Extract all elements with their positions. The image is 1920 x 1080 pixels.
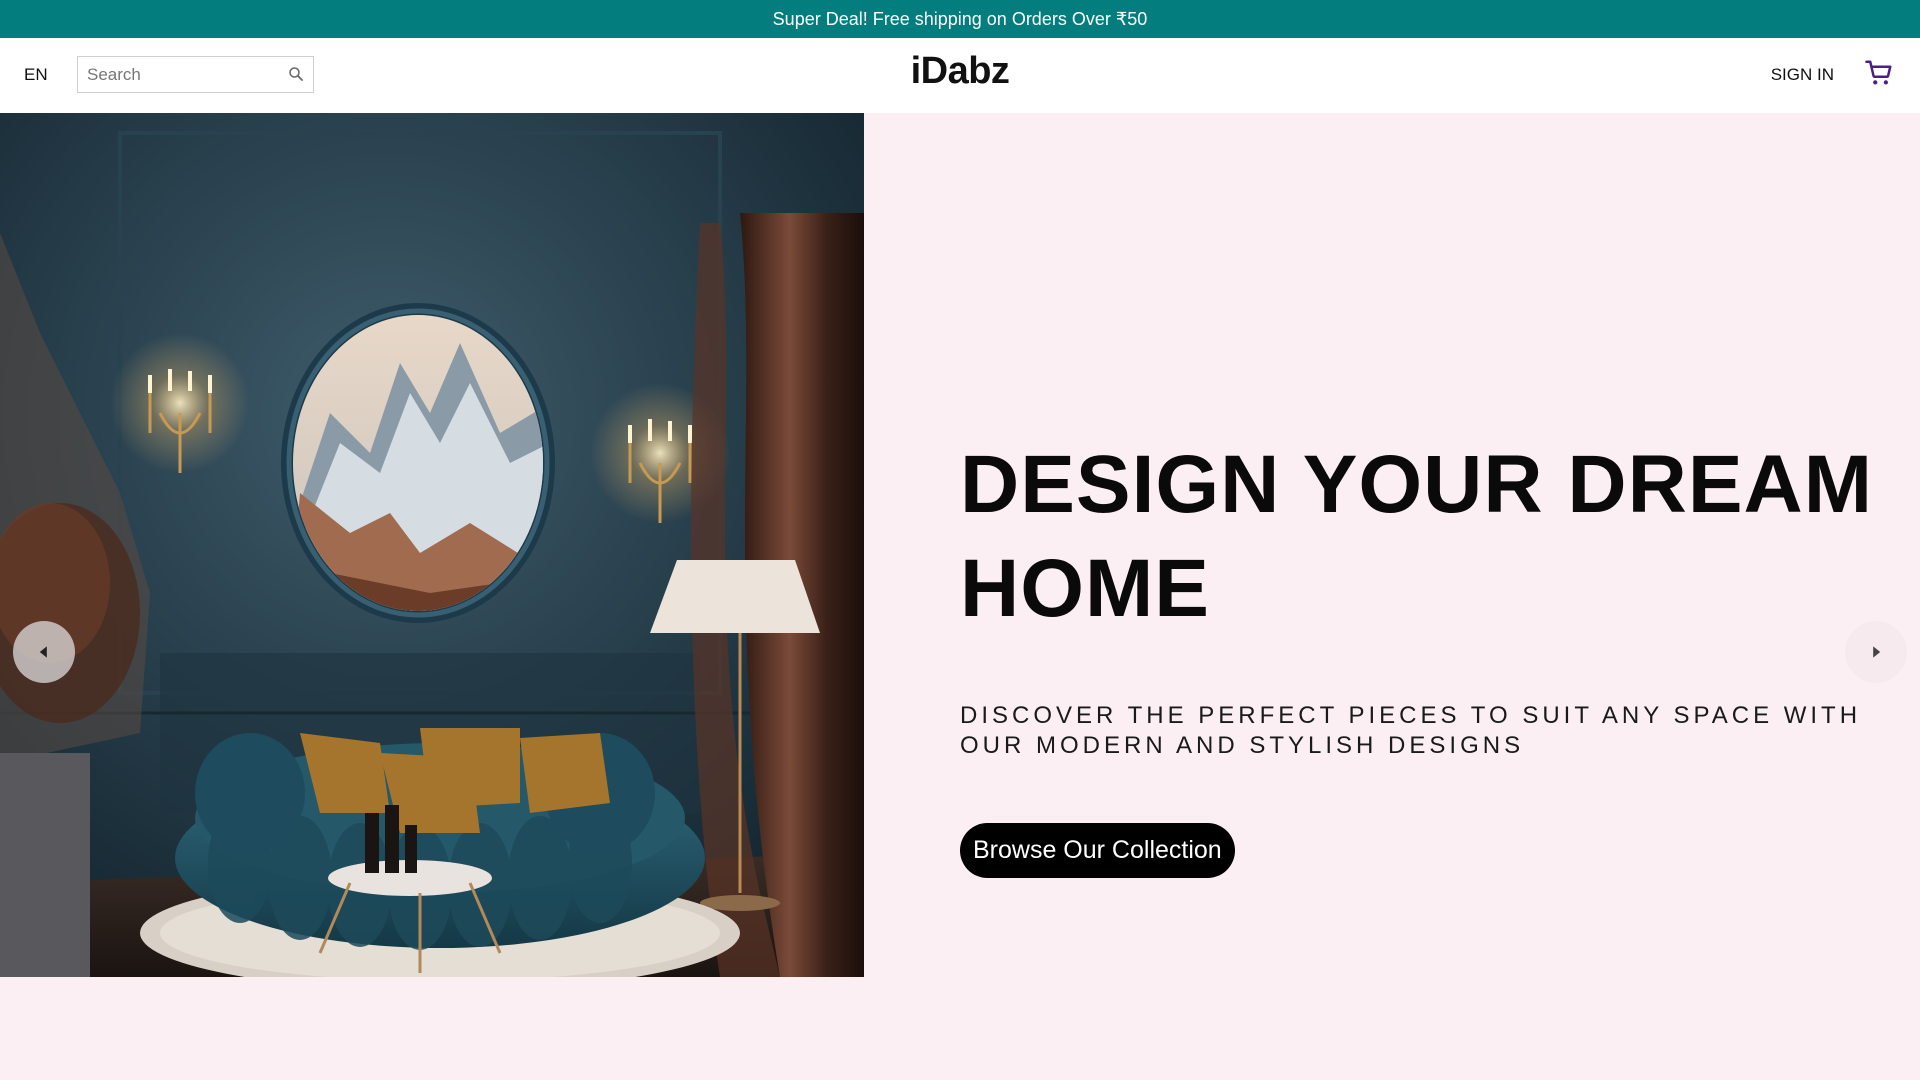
hero-title: DESIGN YOUR DREAM HOME — [960, 439, 1874, 634]
hero-subtitle: DISCOVER THE PERFECT PIECES TO SUIT ANY … — [960, 702, 1862, 759]
hero-content: DESIGN YOUR DREAM HOME DISCOVER THE PERF… — [960, 113, 1880, 977]
hero-section: DESIGN YOUR DREAM HOME DISCOVER THE PERF… — [0, 113, 1920, 977]
cart-icon[interactable] — [1864, 58, 1894, 88]
promo-bar: Super Deal! Free shipping on Orders Over… — [0, 0, 1920, 38]
sign-in-link[interactable]: SIGN IN — [1771, 65, 1834, 85]
site-logo[interactable]: iDabz — [0, 50, 1920, 93]
carousel-prev-button[interactable] — [13, 621, 75, 683]
browse-collection-button[interactable]: Browse Our Collection — [960, 823, 1235, 878]
hero-room-image — [0, 113, 864, 977]
site-header: EN iDabz SIGN IN — [0, 38, 1920, 113]
promo-text: Super Deal! Free shipping on Orders Over… — [772, 8, 1148, 29]
carousel-next-button[interactable] — [1845, 621, 1907, 683]
chevron-right-icon — [1873, 646, 1881, 658]
chevron-left-icon — [39, 646, 47, 658]
